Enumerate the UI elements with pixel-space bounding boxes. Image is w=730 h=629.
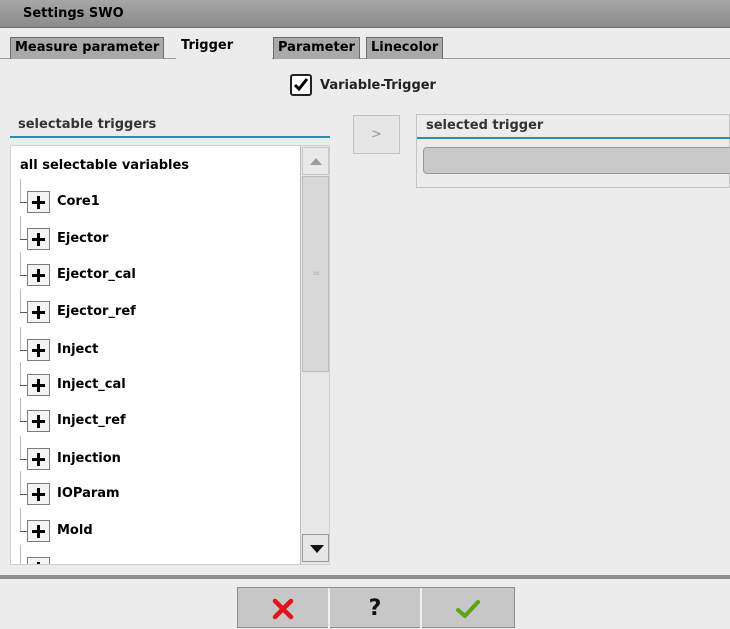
tree-item-label: Inject_ref <box>57 413 126 428</box>
tree-item-inject[interactable]: Inject <box>20 327 300 363</box>
tree-item-label: Inject_cal <box>57 377 126 392</box>
tree-item-injection[interactable]: Injection <box>20 436 300 472</box>
scroll-down-arrow-icon[interactable] <box>302 534 329 562</box>
selectable-triggers-title: selectable triggers <box>18 117 157 132</box>
tree-root-label: all selectable variables <box>20 158 190 173</box>
title-bar: Settings SWO <box>0 0 730 28</box>
footer-button-bar: ? <box>237 587 515 629</box>
help-icon: ? <box>368 596 382 621</box>
selectable-triggers-header: selectable triggers <box>10 114 330 138</box>
expand-plus-icon[interactable] <box>27 448 50 470</box>
footer-divider <box>0 575 730 579</box>
tree-item-label: Ejector_ref <box>57 304 136 319</box>
expand-plus-icon[interactable] <box>27 374 50 396</box>
expand-plus-icon[interactable] <box>27 520 50 542</box>
expand-plus-icon[interactable] <box>27 191 50 213</box>
cancel-button[interactable] <box>238 588 330 629</box>
tree-item-ejector-cal[interactable]: Ejector_cal <box>20 252 300 288</box>
tree-item-label: Core1 <box>57 194 100 209</box>
tree-item-ioparam[interactable]: IOParam <box>20 471 300 507</box>
expand-plus-icon[interactable] <box>27 301 50 323</box>
expand-plus-icon[interactable] <box>27 228 50 250</box>
tree-item-core1[interactable]: Core1 <box>20 179 300 215</box>
tree-item-label: Mold <box>57 523 93 538</box>
selected-trigger-slot[interactable] <box>423 147 730 174</box>
add-trigger-button[interactable]: > <box>353 115 400 154</box>
tree-item-inject-cal[interactable]: Inject_cal <box>20 362 300 398</box>
tree-item-inject-ref[interactable]: Inject_ref <box>20 398 300 434</box>
selected-trigger-header: selected trigger <box>417 115 730 139</box>
tree-item-ejector-ref[interactable]: Ejector_ref <box>20 289 300 325</box>
tab-parameter[interactable]: Parameter <box>273 37 360 59</box>
scroll-up-arrow-icon[interactable] <box>302 147 329 175</box>
checkmark-icon <box>293 78 309 92</box>
expand-plus-icon[interactable] <box>27 483 50 505</box>
tab-bar: Measure parameter Trigger Parameter Line… <box>0 28 730 60</box>
expand-plus-icon[interactable] <box>27 339 50 361</box>
expand-plus-icon[interactable] <box>27 410 50 432</box>
window-title: Settings SWO <box>23 6 124 21</box>
tree-item-mold[interactable]: Mold <box>20 508 300 544</box>
ok-button[interactable] <box>422 588 514 629</box>
expand-plus-icon[interactable] <box>27 264 50 286</box>
tree-item-label: Inject <box>57 342 99 357</box>
cancel-x-icon <box>272 598 294 619</box>
tree-item-label: Ejector_cal <box>57 267 136 282</box>
grip-icon: = <box>312 268 321 279</box>
tab-trigger[interactable]: Trigger <box>176 35 272 60</box>
tree-item-partial[interactable] <box>20 545 300 564</box>
help-button[interactable]: ? <box>330 588 422 629</box>
tree-scrollbar[interactable]: = <box>300 146 329 564</box>
variable-trigger-checkbox[interactable] <box>290 74 312 96</box>
expand-plus-icon[interactable] <box>27 557 50 564</box>
selected-trigger-panel: selected trigger <box>416 114 730 188</box>
ok-check-icon <box>456 599 480 618</box>
tree-item-label: Ejector <box>57 231 109 246</box>
tree-item-label: IOParam <box>57 486 120 501</box>
variable-trigger-label: Variable-Trigger <box>320 78 436 93</box>
trigger-tree[interactable]: all selectable variables Core1 Ejector E… <box>10 145 330 565</box>
tree-item-label: Injection <box>57 451 121 466</box>
tree-item-ejector[interactable]: Ejector <box>20 216 300 252</box>
tab-measure-parameter[interactable]: Measure parameter <box>10 37 165 59</box>
scroll-thumb[interactable]: = <box>302 176 329 372</box>
selected-trigger-title: selected trigger <box>426 118 544 133</box>
tab-linecolor[interactable]: Linecolor <box>366 37 444 59</box>
